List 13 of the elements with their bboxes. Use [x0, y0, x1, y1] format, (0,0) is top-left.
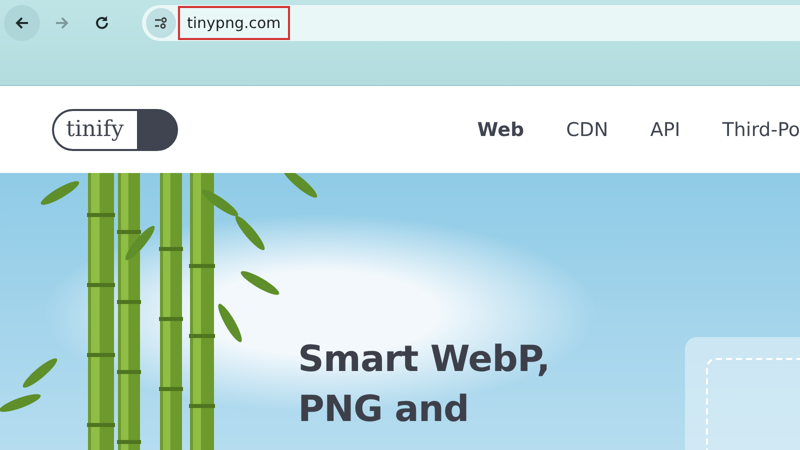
nav-link[interactable]: CDN — [566, 118, 608, 140]
back-button[interactable] — [4, 5, 40, 41]
hero-heading: Smart WebP, PNG and — [298, 338, 551, 432]
reload-icon — [94, 15, 110, 31]
url-text: tinypng.com — [178, 6, 290, 40]
forward-arrow-icon — [54, 15, 70, 31]
nav-link[interactable]: API — [650, 118, 680, 140]
nav-link[interactable]: Web — [477, 118, 524, 140]
tinify-logo[interactable]: tinify — [52, 108, 178, 150]
address-bar[interactable]: tinypng.com — [142, 5, 800, 41]
back-arrow-icon — [14, 15, 30, 31]
site-settings-icon[interactable] — [146, 8, 176, 38]
nav-link[interactable]: Third-Po — [722, 118, 800, 140]
